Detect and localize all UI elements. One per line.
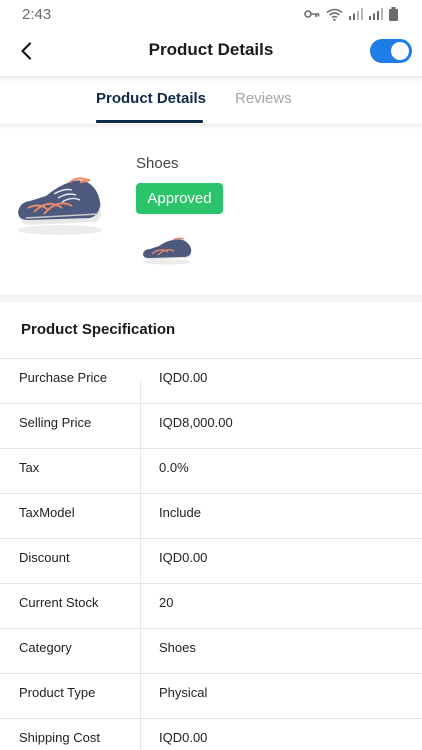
page-title: Product Details [148,40,274,59]
spec-value: Include [159,505,201,520]
signal-icon [349,8,363,20]
spec-label: Product Type [19,685,96,700]
spec-value: IQD0.00 [159,730,208,745]
spec-label: Shipping Cost [19,730,100,745]
status-bar: 2:43 [0,0,422,28]
product-thumbnail[interactable] [140,234,194,266]
spec-row: Purchase Price IQD0.00 [0,358,422,403]
spec-label: TaxModel [19,505,75,520]
spec-label: Purchase Price [19,370,108,385]
spec-value: Shoes [159,640,196,655]
tab-reviews[interactable]: Reviews [235,90,292,107]
status-time: 2:43 [22,5,52,23]
toggle-knob [391,42,409,60]
spec-label: Selling Price [19,415,92,430]
spec-row: Product Type Physical [0,673,422,718]
product-image[interactable] [14,168,106,240]
spec-table: Purchase Price IQD0.00 Selling Price IQD… [0,358,422,750]
status-icons [304,7,398,21]
app-bar: Product Details [0,28,422,76]
tab-product-details[interactable]: Product Details [96,90,206,107]
spec-label: Discount [19,550,70,565]
status-badge: Approved [136,183,223,214]
spec-value: Physical [159,685,208,700]
status-toggle[interactable] [370,39,412,63]
spec-row: Category Shoes [0,628,422,673]
spec-row: Current Stock 20 [0,583,422,628]
spec-column-divider [140,380,141,750]
product-card: Shoes Approved [0,130,422,294]
section-separator [0,294,422,302]
spec-value: 0.0% [159,460,189,475]
battery-icon [389,7,398,21]
spec-row: Discount IQD0.00 [0,538,422,583]
spec-label: Tax [19,460,40,475]
spec-value: IQD0.00 [159,370,208,385]
wifi-icon [326,8,343,21]
spec-row: Shipping Cost IQD0.00 [0,718,422,750]
signal-icon [369,8,383,20]
spec-value: 20 [159,595,174,610]
spec-row: Tax 0.0% [0,448,422,493]
spec-section-title: Product Specification [21,321,176,338]
tab-indicator [96,120,203,123]
spec-label: Current Stock [19,595,99,610]
spec-label: Category [19,640,72,655]
spec-value: IQD0.00 [159,550,208,565]
spec-value: IQD8,000.00 [159,415,233,430]
vpn-key-icon [304,10,320,18]
spec-row: TaxModel Include [0,493,422,538]
spec-row: Selling Price IQD8,000.00 [0,403,422,448]
product-name: Shoes [136,155,179,172]
tab-bar: Product Details Reviews [0,82,422,124]
